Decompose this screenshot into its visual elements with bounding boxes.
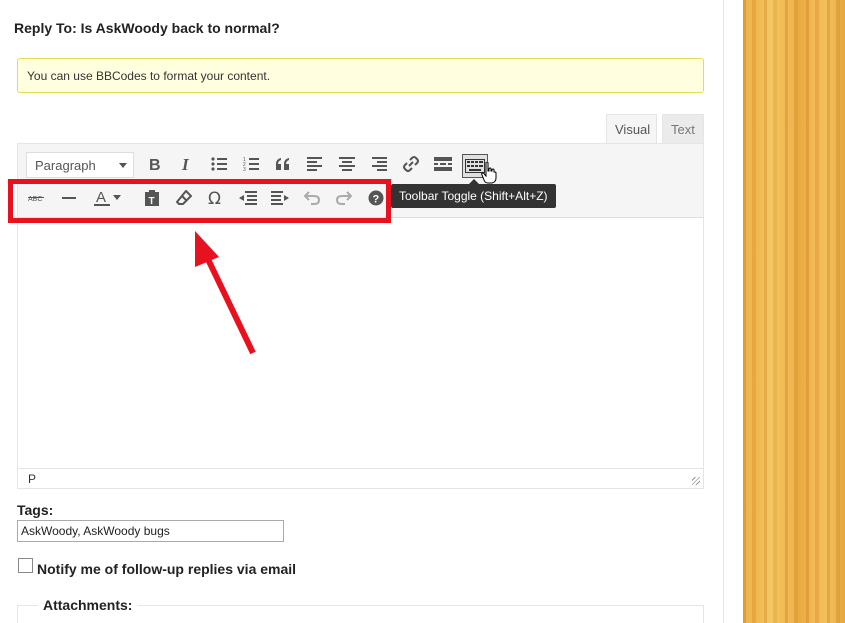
format-select-value: Paragraph [35, 158, 96, 173]
tab-visual[interactable]: Visual [606, 114, 657, 143]
wood-background [743, 0, 845, 623]
align-right-icon[interactable] [365, 150, 393, 178]
reply-legend: Reply To: Is AskWoody back to normal? [14, 20, 284, 36]
svg-text:3: 3 [243, 167, 246, 171]
toolbar-toggle-tooltip: Toolbar Toggle (Shift+Alt+Z) [391, 179, 556, 208]
link-icon[interactable] [397, 150, 425, 178]
align-center-icon[interactable] [333, 150, 361, 178]
resize-handle-icon[interactable] [692, 477, 700, 485]
annotation-highlight-box [8, 179, 391, 223]
bbcode-notice: You can use BBCodes to format your conte… [17, 58, 704, 93]
chevron-down-icon [119, 163, 127, 168]
notify-label[interactable]: Notify me of follow-up replies via email [37, 561, 296, 577]
numbered-list-icon[interactable]: 123 [237, 150, 265, 178]
bold-icon[interactable]: B [141, 150, 169, 178]
format-select[interactable]: Paragraph [26, 152, 134, 178]
tab-text[interactable]: Text [662, 114, 704, 143]
annotation-arrow-icon [195, 231, 256, 355]
bullet-list-icon[interactable] [205, 150, 233, 178]
read-more-icon[interactable] [429, 150, 457, 178]
toolbar-row-1: Paragraph B I 123 [18, 148, 703, 180]
editor-content-area[interactable] [18, 219, 703, 468]
tags-input[interactable] [17, 520, 284, 542]
align-left-icon[interactable] [301, 150, 329, 178]
blockquote-icon[interactable] [269, 150, 297, 178]
svg-text:I: I [181, 156, 190, 172]
tags-label: Tags: [17, 502, 54, 518]
notify-checkbox[interactable] [18, 558, 33, 573]
svg-text:B: B [149, 157, 161, 172]
bbcode-notice-text: You can use BBCodes to format your conte… [27, 69, 271, 83]
editor-statusbar: P [18, 468, 703, 488]
element-path[interactable]: P [28, 472, 36, 486]
hand-pointer-icon [481, 162, 497, 184]
italic-icon[interactable]: I [173, 150, 201, 178]
page-border [723, 0, 724, 623]
attachments-legend: Attachments: [38, 597, 138, 613]
